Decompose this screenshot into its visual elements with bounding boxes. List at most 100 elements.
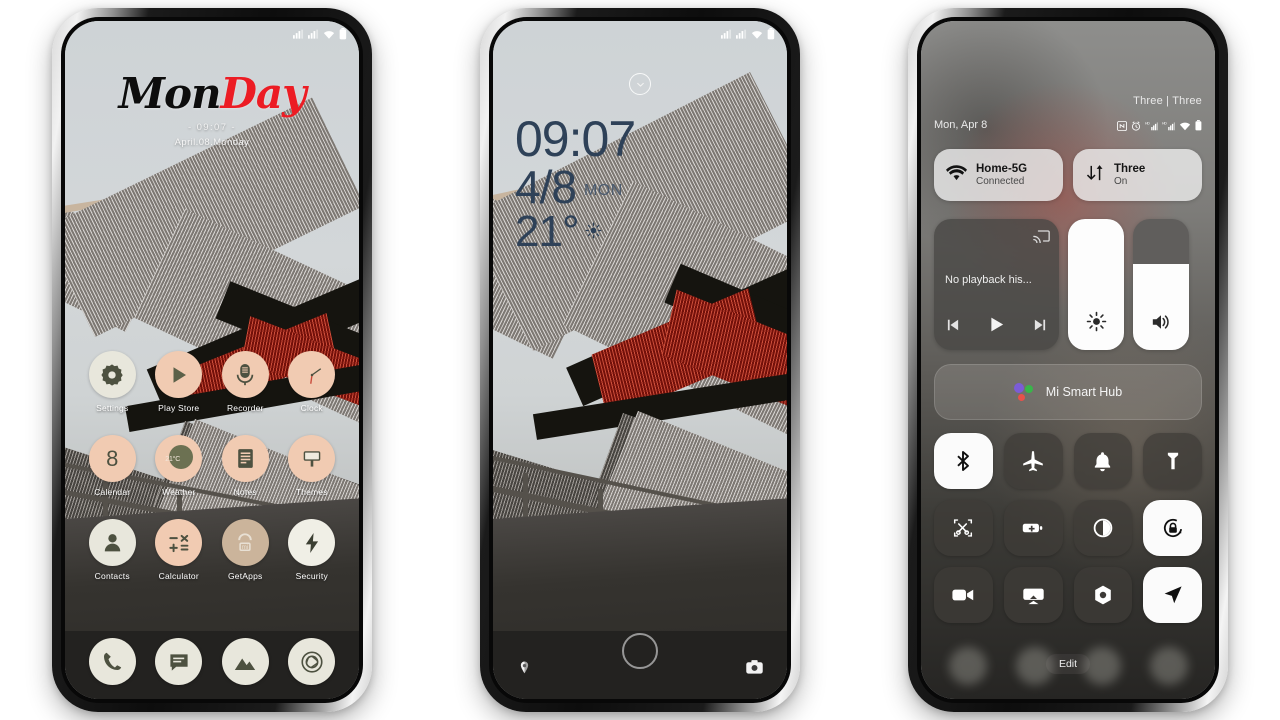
calculator-icon xyxy=(155,519,203,566)
lock-day-of-week: MON xyxy=(583,182,623,200)
toggle-airplane-mode[interactable] xyxy=(1003,433,1063,489)
weather-icon: 21°C xyxy=(155,435,203,482)
volume-icon xyxy=(1133,312,1189,332)
play-icon[interactable] xyxy=(987,315,1006,339)
app-clock[interactable]: Clock xyxy=(279,351,346,413)
app-contacts[interactable]: Contacts xyxy=(79,519,146,581)
dock-gallery[interactable] xyxy=(221,638,269,685)
toggle-auto-rotate[interactable] xyxy=(1143,500,1202,556)
connectivity-pills: Home-5G Connected Three On xyxy=(934,149,1202,201)
signal-icon xyxy=(308,29,319,39)
home-circle-icon[interactable] xyxy=(622,633,658,669)
dock-messages[interactable] xyxy=(155,638,203,685)
dock-icon-blur xyxy=(1082,647,1121,685)
dock-icon-blur xyxy=(1015,647,1054,685)
media-player-card[interactable]: No playback his... xyxy=(934,219,1059,350)
monday-title-day: Day xyxy=(220,69,307,118)
mobile-data-pill[interactable]: Three On xyxy=(1073,149,1202,201)
wifi-icon xyxy=(1179,122,1191,130)
media-title: No playback his... xyxy=(945,274,1032,286)
app-label: Contacts xyxy=(94,571,130,581)
dock-icon-blur xyxy=(948,647,987,685)
svg-text:mi: mi xyxy=(242,543,249,550)
lock-screen-clock[interactable]: 09:07 4/8 MON 21° xyxy=(515,111,636,257)
app-getapps[interactable]: mi GetApps xyxy=(212,519,279,581)
dock-phone[interactable] xyxy=(88,638,136,685)
app-security[interactable]: Security xyxy=(279,519,346,581)
app-calendar[interactable]: 8 Calendar xyxy=(79,435,146,497)
wifi-pill[interactable]: Home-5G Connected xyxy=(934,149,1063,201)
toggle-focus-mode[interactable] xyxy=(1073,567,1133,623)
battery-icon xyxy=(339,28,347,40)
wifi-icon xyxy=(751,30,763,39)
svg-text:HD: HD xyxy=(1145,121,1150,125)
phone-bezel: Three | Three Mon, Apr 8 HD HD Home-5G C… xyxy=(917,17,1219,703)
app-notes[interactable]: Notes xyxy=(212,435,279,497)
sun-icon xyxy=(585,222,602,253)
app-label: Settings xyxy=(96,403,129,413)
app-themes[interactable]: Themes xyxy=(279,435,346,497)
toggle-screen-recorder[interactable] xyxy=(934,567,993,623)
smart-hub-bar[interactable]: Mi Smart Hub xyxy=(934,364,1202,420)
check-circle-icon[interactable] xyxy=(629,73,651,95)
battery-icon xyxy=(767,28,775,40)
cast-icon[interactable] xyxy=(1033,228,1050,248)
app-settings[interactable]: Settings xyxy=(79,351,146,413)
toggle-cast-screen[interactable] xyxy=(1003,567,1063,623)
flower-shortcut-icon[interactable] xyxy=(515,659,534,683)
quick-toggle-grid xyxy=(934,433,1202,623)
toggle-dark-mode[interactable] xyxy=(1073,500,1133,556)
next-icon[interactable] xyxy=(1032,317,1048,338)
phone-control-center: Three | Three Mon, Apr 8 HD HD Home-5G C… xyxy=(908,8,1228,712)
wifi-icon xyxy=(323,30,335,39)
signal-icon xyxy=(721,29,732,39)
app-play-store[interactable]: Play Store xyxy=(146,351,213,413)
lock-bottom-bar xyxy=(493,629,787,689)
app-label: GetApps xyxy=(228,571,263,581)
toggle-location[interactable] xyxy=(1143,567,1202,623)
person-icon xyxy=(88,519,136,566)
status-bar xyxy=(493,21,787,47)
phone3-screen: Three | Three Mon, Apr 8 HD HD Home-5G C… xyxy=(921,21,1215,699)
phone-home-screen: MonDay - 09:07 - April.08.Monday Setting… xyxy=(52,8,372,712)
monday-widget[interactable]: MonDay - 09:07 - April.08.Monday xyxy=(65,73,359,149)
toggle-ring-mode[interactable] xyxy=(1073,433,1133,489)
media-and-sliders: No playback his... xyxy=(934,219,1202,350)
carrier-label: Three | Three xyxy=(1133,95,1202,107)
toggle-screenshot[interactable] xyxy=(934,500,993,556)
phone2-screen: 09:07 4/8 MON 21° xyxy=(493,21,787,699)
toggle-bluetooth[interactable] xyxy=(934,433,993,489)
smart-hub-dots-icon xyxy=(1013,381,1036,403)
app-label: Calculator xyxy=(158,571,199,581)
signal-icon xyxy=(293,29,304,39)
date-label: Mon, Apr 8 xyxy=(934,119,988,131)
volume-slider[interactable] xyxy=(1133,219,1189,350)
svg-text:HD: HD xyxy=(1162,121,1167,125)
wifi-pill-subtitle: Connected xyxy=(976,175,1025,187)
app-weather[interactable]: 21°C Weather xyxy=(146,435,213,497)
phone-lock-screen: 09:07 4/8 MON 21° xyxy=(480,8,800,712)
app-label: Notes xyxy=(233,487,257,497)
mobile-data-icon xyxy=(1085,163,1105,188)
brightness-slider[interactable] xyxy=(1068,219,1124,350)
battery-icon xyxy=(1195,120,1202,131)
toggle-flashlight[interactable] xyxy=(1143,433,1202,489)
lock-time: 09:07 xyxy=(515,111,636,167)
previous-icon[interactable] xyxy=(945,317,961,338)
dock-camera[interactable] xyxy=(288,638,336,685)
widget-time: - 09:07 - xyxy=(188,122,236,133)
toggle-battery-saver[interactable] xyxy=(1003,500,1063,556)
app-label: Play Store xyxy=(158,403,200,413)
app-recorder[interactable]: Recorder xyxy=(212,351,279,413)
status-bar xyxy=(65,21,359,47)
camera-shortcut-icon[interactable] xyxy=(744,657,765,683)
wifi-pill-title: Home-5G xyxy=(976,162,1028,175)
lock-temperature: 21° xyxy=(515,207,580,257)
dock xyxy=(65,638,359,685)
weather-temp: 21°C xyxy=(165,456,181,463)
play-icon xyxy=(155,351,203,398)
signal-hd-icon: HD xyxy=(1145,121,1158,130)
calendar-8-icon: 8 xyxy=(88,435,136,482)
app-calculator[interactable]: Calculator xyxy=(146,519,213,581)
control-center-panel: Three | Three Mon, Apr 8 HD HD Home-5G C… xyxy=(921,21,1215,699)
